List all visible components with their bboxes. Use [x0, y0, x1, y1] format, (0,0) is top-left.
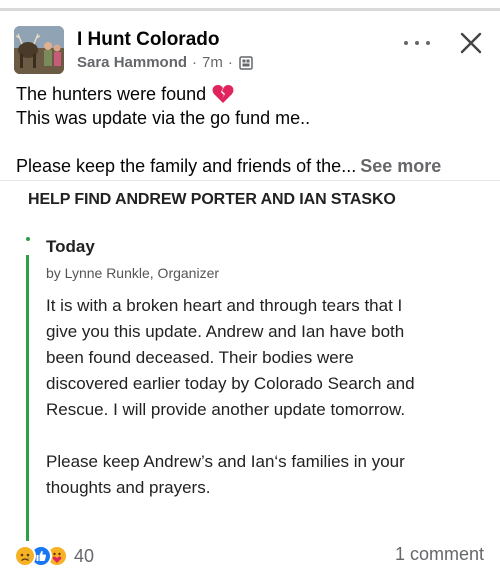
group-name-link[interactable]: I Hunt Colorado — [77, 29, 219, 51]
update-body-line: been found deceased. Their bodies were — [46, 348, 354, 367]
top-divider — [0, 0, 500, 12]
post-text-line: This was update via the go fund me.. — [16, 108, 311, 128]
post-text-line: The hunters were found — [16, 84, 207, 104]
group-privacy-icon — [239, 55, 253, 70]
post-timestamp[interactable]: 7m — [202, 54, 223, 71]
reaction-count: 40 — [74, 545, 95, 566]
close-button[interactable] — [458, 30, 484, 56]
update-body-line: Please keep Andrew’s and Ian‘s families … — [46, 452, 405, 471]
post-meta: Sara Hammond · 7m · — [77, 54, 253, 71]
update-body-line: thoughts and prayers. — [46, 478, 211, 497]
close-icon — [460, 32, 482, 54]
post-text-line: Please keep the family and friends of th… — [16, 156, 357, 176]
broken-heart-icon — [212, 84, 234, 104]
post-header: I Hunt Colorado Sara Hammond · 7m · — [14, 26, 486, 76]
update-body-line: Rescue. I will provide another update to… — [46, 400, 406, 419]
more-dot — [426, 41, 430, 45]
reactions-summary[interactable]: 40 — [14, 544, 94, 568]
update-body-line: It is with a broken heart and through te… — [46, 296, 403, 315]
meta-separator: · — [192, 54, 198, 71]
group-avatar[interactable] — [14, 26, 64, 74]
more-dot — [415, 41, 419, 45]
update-body-line: give you this update. Andrew and Ian hav… — [46, 322, 405, 341]
post-footer: 40 1 comment — [0, 540, 500, 575]
see-more-link[interactable]: See more — [360, 156, 441, 176]
update-title: Today — [46, 237, 95, 256]
shared-fundraiser-card[interactable]: HELP FIND ANDREW PORTER AND IAN STASKO T… — [0, 180, 500, 541]
meta-separator-2: · — [227, 54, 233, 71]
author-name-link[interactable]: Sara Hammond — [77, 54, 187, 71]
update-body-line: discovered earlier today by Colorado Sea… — [46, 374, 415, 393]
post-body: The hunters were found This was update v… — [16, 82, 490, 178]
update-body: It is with a broken heart and through te… — [46, 293, 486, 501]
timeline-bar — [26, 255, 29, 541]
more-options-button[interactable] — [400, 32, 434, 54]
sad-reaction-icon — [14, 545, 36, 567]
card-title: HELP FIND ANDREW PORTER AND IAN STASKO — [28, 191, 396, 208]
update-byline: by Lynne Runkle, Organizer — [46, 265, 220, 281]
more-horizontal-icon — [404, 41, 408, 45]
comment-count-link[interactable]: 1 comment — [395, 544, 484, 565]
timeline-dot — [26, 237, 30, 241]
